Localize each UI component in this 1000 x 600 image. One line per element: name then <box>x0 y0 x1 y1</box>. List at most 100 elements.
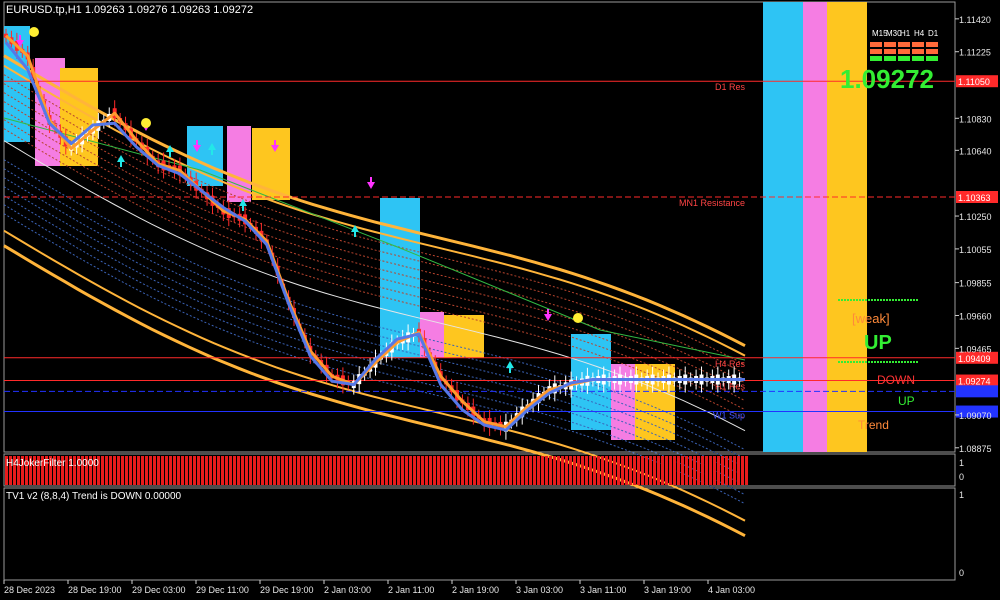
filter-bar-108 <box>437 456 440 485</box>
filter-bar-118 <box>477 456 480 485</box>
filter-bar-170 <box>685 456 688 485</box>
filter-bar-38 <box>157 456 160 485</box>
x-tick-label-10: 3 Jan 19:00 <box>644 585 691 595</box>
filter-bar-54 <box>221 456 224 485</box>
filter-bar-37 <box>153 456 156 485</box>
filter-bar-47 <box>193 456 196 485</box>
filter-bar-110 <box>445 456 448 485</box>
filter-bar-64 <box>261 456 264 485</box>
y-tick-label-4: 1.10250 <box>959 212 992 222</box>
filter-bar-33 <box>137 456 140 485</box>
filter-bar-70 <box>285 456 288 485</box>
filter-bar-53 <box>217 456 220 485</box>
filter-bar-116 <box>469 456 472 485</box>
filter-bar-135 <box>545 456 548 485</box>
y-tick-label-1: 1.11225 <box>959 48 991 58</box>
tv-axis-label-0: 1 <box>959 490 964 500</box>
filter-bar-180 <box>725 456 728 485</box>
up-text: UP <box>898 394 915 408</box>
filter-bar-71 <box>289 456 292 485</box>
filter-bar-177 <box>713 456 716 485</box>
filter-bar-82 <box>333 456 336 485</box>
filter-bar-182 <box>733 456 736 485</box>
level-label-5: W1 Sup <box>713 411 745 421</box>
tv1-indicator-label: TV1 v2 (8,8,4) Trend is DOWN 0.00000 <box>6 491 182 502</box>
filter-bar-45 <box>185 456 188 485</box>
price-chart[interactable]: D1 Res 1.11050 MN1 Resistance 1.10363 H4 Res… <box>0 0 1000 600</box>
upper-band-outer <box>3 54 746 348</box>
filter-bar-107 <box>433 456 436 485</box>
down-text: DOWN <box>877 373 915 387</box>
filter-bar-181 <box>729 456 732 485</box>
filter-bar-104 <box>421 456 424 485</box>
filter-bar-55 <box>225 456 228 485</box>
pink-column <box>803 2 827 452</box>
x-tick-label-5: 2 Jan 03:00 <box>324 585 371 595</box>
y-tick-label-0: 1.11420 <box>959 15 991 25</box>
filter-bar-145 <box>585 456 588 485</box>
symbol-info: EURUSD.tp,H1 1.09263 1.09276 1.09263 1.0… <box>6 4 254 16</box>
filter-bar-30 <box>125 456 128 485</box>
filter-bar-88 <box>357 456 360 485</box>
x-tick-label-6: 2 Jan 11:00 <box>388 585 434 595</box>
filter-bar-89 <box>361 456 364 485</box>
filter-bar-105 <box>425 456 428 485</box>
filter-bar-178 <box>717 456 720 485</box>
filter-bar-158 <box>637 456 640 485</box>
filter-bar-62 <box>253 456 256 485</box>
tf-cell-2-1 <box>884 56 896 61</box>
filter-bar-41 <box>169 456 172 485</box>
filter-bar-74 <box>301 456 304 485</box>
filter-bar-146 <box>589 456 592 485</box>
filter-bar-57 <box>233 456 236 485</box>
filter-bar-59 <box>241 456 244 485</box>
filter-bar-168 <box>677 456 680 485</box>
tf-cell-1-1 <box>884 49 896 54</box>
x-tick-label-1: 28 Dec 19:00 <box>68 585 122 595</box>
filter-bar-112 <box>453 456 456 485</box>
filter-bar-171 <box>689 456 692 485</box>
filter-bar-185 <box>745 456 748 485</box>
upper-dotted-band-2 <box>3 83 746 375</box>
filter-bar-147 <box>593 456 596 485</box>
filter-bar-128 <box>517 456 520 485</box>
signal-dot-2 <box>573 313 583 323</box>
filter-bar-161 <box>649 456 652 485</box>
signal-arrow-up-11 <box>506 361 514 368</box>
filter-axis-label-0: 1 <box>959 458 964 468</box>
level-axis-text-1: 1.10363 <box>958 193 991 203</box>
filter-bar-96 <box>389 456 392 485</box>
x-tick-label-4: 29 Dec 19:00 <box>260 585 314 595</box>
filter-bar-36 <box>149 456 152 485</box>
filter-bar-122 <box>493 456 496 485</box>
filter-bar-32 <box>133 456 136 485</box>
filter-bar-77 <box>313 456 316 485</box>
zone-box-8 <box>444 315 484 358</box>
filter-bar-123 <box>497 456 500 485</box>
filter-bar-151 <box>609 456 612 485</box>
filter-bar-159 <box>641 456 644 485</box>
filter-bar-67 <box>273 456 276 485</box>
filter-bar-69 <box>281 456 284 485</box>
blue-axis-box-0 <box>956 385 998 398</box>
x-tick-label-7: 2 Jan 19:00 <box>452 585 499 595</box>
filter-bar-63 <box>257 456 260 485</box>
signal-arrow-up-6 <box>117 155 125 162</box>
filter-bar-51 <box>209 456 212 485</box>
filter-bar-138 <box>557 456 560 485</box>
filter-bar-50 <box>205 456 208 485</box>
timeframe-label-H1: H1 <box>900 29 911 38</box>
filter-bar-39 <box>161 456 164 485</box>
filter-bar-106 <box>429 456 432 485</box>
filter-bar-175 <box>705 456 708 485</box>
filter-bar-87 <box>353 456 356 485</box>
filter-bar-150 <box>605 456 608 485</box>
trading-chart-window[interactable]: D1 Res 1.11050 MN1 Resistance 1.10363 H4 Res… <box>0 0 1000 600</box>
filter-axis-label-1: 0 <box>959 472 964 482</box>
filter-bar-58 <box>237 456 240 485</box>
big-price-display: 1.09272 <box>840 64 934 94</box>
y-tick-label-2: 1.10830 <box>959 114 992 124</box>
filter-bar-61 <box>249 456 252 485</box>
filter-bar-101 <box>409 456 412 485</box>
filter-bar-78 <box>317 456 320 485</box>
